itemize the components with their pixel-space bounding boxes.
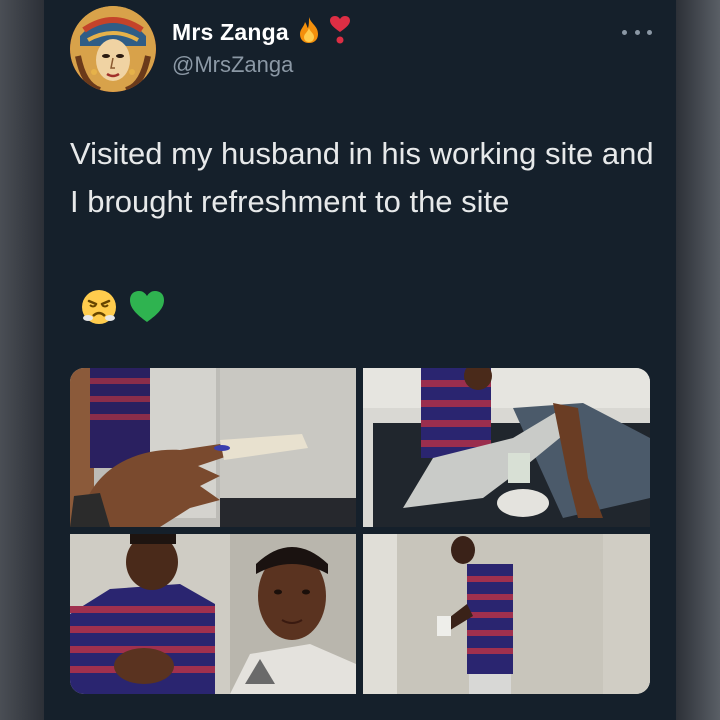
author-name-row[interactable]: Mrs Zanga (172, 15, 351, 50)
tweet-emoji-row (80, 288, 166, 331)
tweet-text: Visited my husband in his working site a… (70, 136, 654, 219)
photo-man-standing-at-wall[interactable] (363, 534, 650, 694)
author-handle[interactable]: @MrsZanga (172, 52, 293, 78)
author-display-name[interactable]: Mrs Zanga (172, 19, 289, 46)
heart-exclamation-icon (329, 15, 351, 50)
avatar-illustration (70, 6, 156, 92)
angry-face-icon (80, 288, 118, 331)
more-options-icon[interactable] (622, 22, 652, 42)
photo-man-plastering-on-floor[interactable] (363, 368, 650, 527)
tweet-card: Mrs Zanga @MrsZanga Visited my husband i… (44, 0, 676, 720)
media-grid[interactable] (70, 368, 650, 694)
fire-icon (297, 16, 321, 49)
photo-hand-with-fried-snack[interactable] (70, 368, 356, 527)
avatar[interactable] (70, 6, 156, 92)
green-heart-icon (128, 288, 166, 331)
photo-couple-selfie[interactable] (70, 534, 356, 694)
